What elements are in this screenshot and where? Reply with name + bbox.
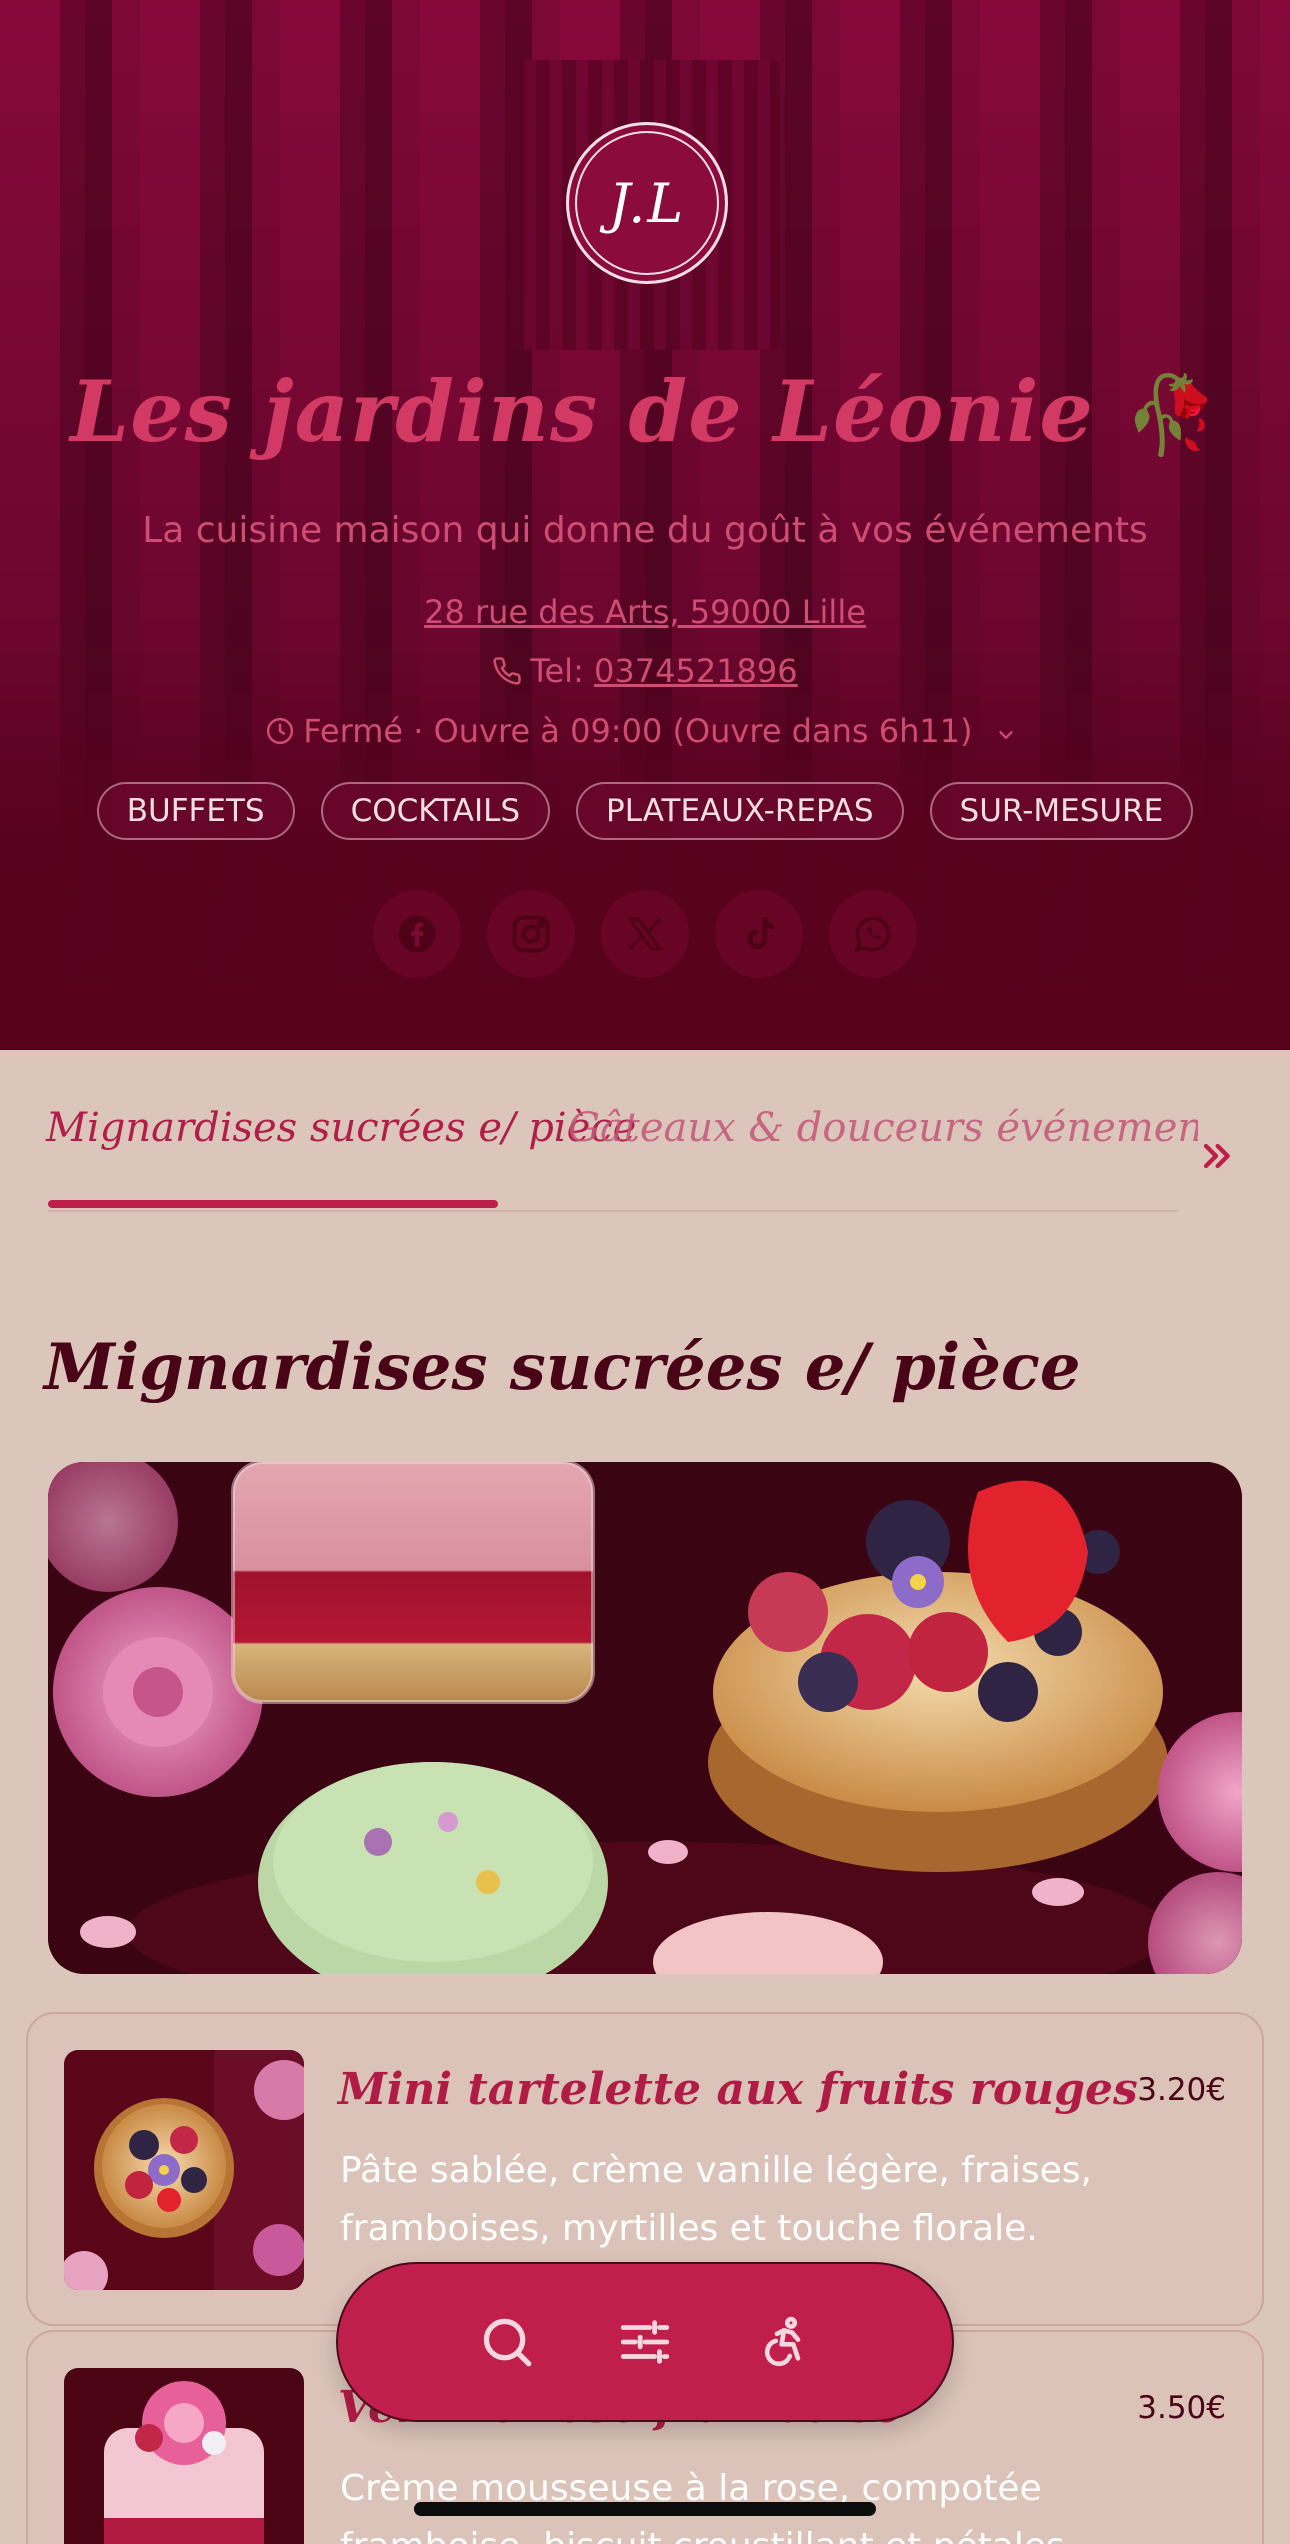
social-links [0, 890, 1290, 978]
address-link[interactable]: 28 rue des Arts, 59000 Lille [0, 593, 1290, 631]
menu-item-description: Pâte sablée, crème vanille légère, frais… [340, 2150, 1092, 2249]
x-link[interactable] [601, 890, 689, 978]
filters-button[interactable] [605, 2302, 685, 2382]
menu-item-price: 3.50€ [1137, 2390, 1226, 2426]
restaurant-tagline: La cuisine maison qui donne du goût à vo… [142, 510, 1148, 551]
tab-gateaux[interactable]: Gâteaux & douceurs événementielles e/ pi… [568, 1105, 1198, 1151]
chevron-down-icon [999, 731, 1013, 740]
tab-mignardises[interactable]: Mignardises sucrées e/ pièce [46, 1105, 636, 1151]
service-categories: BUFFETS COCKTAILS PLATEAUX-REPAS SUR-MES… [0, 782, 1290, 840]
category-chip-plateaux-repas[interactable]: PLATEAUX-REPAS [576, 782, 904, 840]
phone-label: Tel: [530, 652, 595, 690]
category-chip-buffets[interactable]: BUFFETS [96, 782, 295, 840]
restaurant-logo: J.L [566, 122, 728, 284]
category-chip-sur-mesure[interactable]: SUR-MESURE [929, 782, 1194, 840]
phone-icon [493, 657, 522, 685]
opening-status: Fermé · Ouvre à 09:00 (Ouvre dans 6h11) [303, 712, 973, 750]
search-icon [483, 2318, 531, 2367]
active-tab-indicator [48, 1200, 498, 1208]
tiktok-icon [747, 917, 774, 949]
instagram-link[interactable] [487, 890, 575, 978]
restaurant-header: J.L Les jardins de Léonie 🥀 La cuisine m… [0, 0, 1290, 1050]
clock-icon [267, 717, 294, 745]
whatsapp-link[interactable] [829, 890, 917, 978]
tiktok-link[interactable] [715, 890, 803, 978]
instagram-icon [512, 915, 550, 953]
facebook-icon [398, 915, 436, 953]
section-title: Mignardises sucrées e/ pièce [44, 1330, 1081, 1405]
wilted-rose-emoji: 🥀 [1124, 370, 1220, 459]
x-icon [627, 917, 663, 951]
accessibility-icon [764, 2316, 800, 2367]
tabs-scroll-right-icon[interactable] [1196, 1136, 1236, 1176]
section-banner-image [48, 1462, 1242, 1974]
facebook-link[interactable] [373, 890, 461, 978]
restaurant-name-text: Les jardins de Léonie [70, 362, 1094, 461]
restaurant-name: Les jardins de Léonie 🥀 [0, 362, 1290, 461]
menu-tabs: Mignardises sucrées e/ pièce Gâteaux & d… [0, 1050, 1290, 1220]
logo-text: J.L [608, 171, 686, 235]
menu-item-price: 3.20€ [1137, 2072, 1226, 2108]
search-button[interactable] [467, 2302, 547, 2382]
whatsapp-icon [854, 916, 891, 953]
accessibility-button[interactable] [744, 2302, 824, 2382]
phone-row: Tel: 0374521896 [0, 652, 1290, 690]
tabs-divider [48, 1210, 1178, 1212]
phone-link[interactable]: 0374521896 [594, 652, 798, 690]
menu-item-photo [64, 2368, 304, 2544]
filters-icon [620, 2320, 670, 2364]
menu-item-photo [64, 2050, 304, 2290]
menu-item-name: Mini tartelette aux fruits rouges [338, 2064, 1138, 2115]
home-indicator[interactable] [414, 2502, 876, 2516]
category-chip-cocktails[interactable]: COCKTAILS [320, 782, 551, 840]
floating-toolbar [336, 2262, 954, 2422]
header-gradient [0, 640, 1290, 1050]
opening-hours[interactable]: Fermé · Ouvre à 09:00 (Ouvre dans 6h11) [0, 712, 1290, 750]
